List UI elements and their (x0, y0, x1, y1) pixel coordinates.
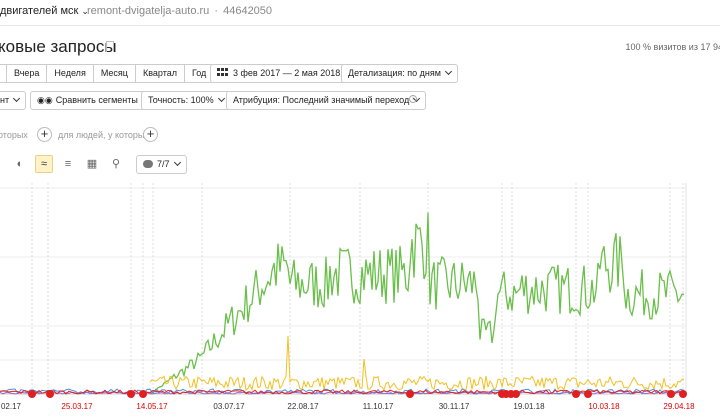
compare-label: Сравнить сегменты (55, 95, 138, 105)
add-people-condition-button[interactable]: + (143, 127, 158, 142)
x-tick-label: 02.17 (1, 402, 22, 411)
add-condition-button[interactable]: + (37, 127, 52, 142)
date-range-picker[interactable]: 3 фев 2017 — 2 мая 2018 (210, 64, 348, 83)
tab-week[interactable]: Неделя (47, 65, 94, 82)
segment-people-text: для людей, у которых (58, 130, 149, 140)
pie-chart-icon[interactable]: ◐ (11, 155, 29, 173)
x-tick-label: 30.11.17 (439, 402, 470, 411)
x-tick-label: 22.08.17 (287, 402, 319, 411)
chevron-down-icon (173, 158, 181, 167)
segment-select[interactable]: нт (0, 91, 27, 110)
tab-yesterday[interactable]: Вчера (7, 65, 48, 82)
tab-today[interactable] (0, 65, 7, 82)
bar-chart-icon[interactable]: ▦ (83, 155, 101, 173)
x-tick-label: 11.10.17 (363, 402, 394, 411)
area-chart-icon[interactable]: ≡ (59, 155, 77, 173)
tab-month[interactable]: Месяц (93, 65, 136, 82)
series-line-green (149, 212, 685, 395)
annotation-marker (28, 390, 36, 398)
accuracy-label: Точность: 100% (148, 95, 214, 105)
x-tick-label: 19.01.18 (513, 402, 545, 411)
x-tick-label: 14.05.17 (136, 402, 168, 411)
metrika-report: двигателей мск ⌄ remont-dvigatelja-auto.r… (0, 0, 720, 419)
x-tick-label: 29.04.18 (663, 402, 695, 411)
series-select[interactable]: 7/7 (136, 155, 187, 174)
calendar-icon (217, 68, 228, 77)
attribution-select[interactable]: Атрибуция: Последний значимый переход (226, 91, 427, 110)
annotation-marker (139, 390, 147, 398)
tab-quarter[interactable]: Квартал (135, 65, 185, 82)
line-chart-icon[interactable]: ≈ (35, 155, 53, 173)
compare-segments-button[interactable]: ◉◉ Сравнить сегменты (30, 91, 155, 110)
x-tick-label: 10.03.18 (588, 402, 620, 411)
visits-line-chart: 02.17 25.03.17 14.05.17 03.07.17 22.08.17 11.… (0, 183, 695, 411)
series-line-yellow (149, 335, 685, 392)
annotation-marker (679, 390, 687, 398)
binoculars-icon: ◉◉ (37, 95, 53, 105)
detail-label: Детализация: по дням (348, 68, 441, 78)
chevron-down-icon (217, 94, 225, 103)
period-tabs: Вчера Неделя Месяц Квартал Год (0, 64, 215, 83)
map-pin-icon[interactable]: ⚲ (107, 155, 125, 173)
x-tick-label: 03.07.17 (213, 402, 245, 411)
top-bar: двигателей мск ⌄ remont-dvigatelja-auto.r… (0, 0, 720, 26)
accuracy-select[interactable]: Точность: 100% (141, 91, 231, 110)
date-range-label: 3 фев 2017 — 2 мая 2018 (233, 68, 341, 78)
separator: · (214, 5, 219, 17)
visits-share: 100 % визитов из 17 943 (625, 42, 720, 52)
comment-icon (143, 160, 153, 168)
annotation-marker (667, 390, 675, 398)
annotation-marker (46, 390, 54, 398)
segment-condition-text: оторых (0, 130, 28, 140)
site-domain: remont-dvigatelja-auto.ru (87, 5, 210, 17)
annotation-marker (572, 390, 580, 398)
annotation-marker (127, 390, 135, 398)
bookmark-icon[interactable] (106, 41, 114, 56)
chart-grid (0, 183, 687, 395)
series-count: 7/7 (157, 159, 170, 169)
site-info: remont-dvigatelja-auto.ru · 44642050 (87, 5, 272, 17)
info-icon[interactable]: i (409, 95, 417, 103)
annotation-marker (584, 390, 592, 398)
counter-selector[interactable]: двигателей мск ⌄ (0, 5, 89, 17)
x-tick-label: 25.03.17 (61, 402, 93, 411)
counter-id: 44642050 (223, 5, 273, 17)
x-axis-ticks: 02.17 25.03.17 14.05.17 03.07.17 22.08.17 11.… (1, 402, 695, 411)
page-title: ковые запросы (0, 37, 117, 56)
annotation-marker (512, 390, 520, 398)
chart-series (0, 212, 685, 395)
attribution-label: Атрибуция: Последний значимый переход (233, 95, 410, 105)
counter-name: двигателей мск (0, 5, 79, 17)
annotation-marker (406, 390, 414, 398)
detail-select[interactable]: Детализация: по дням (341, 64, 458, 83)
chevron-down-icon (13, 94, 21, 103)
chevron-down-icon (444, 67, 453, 76)
segment-label: нт (0, 95, 10, 105)
